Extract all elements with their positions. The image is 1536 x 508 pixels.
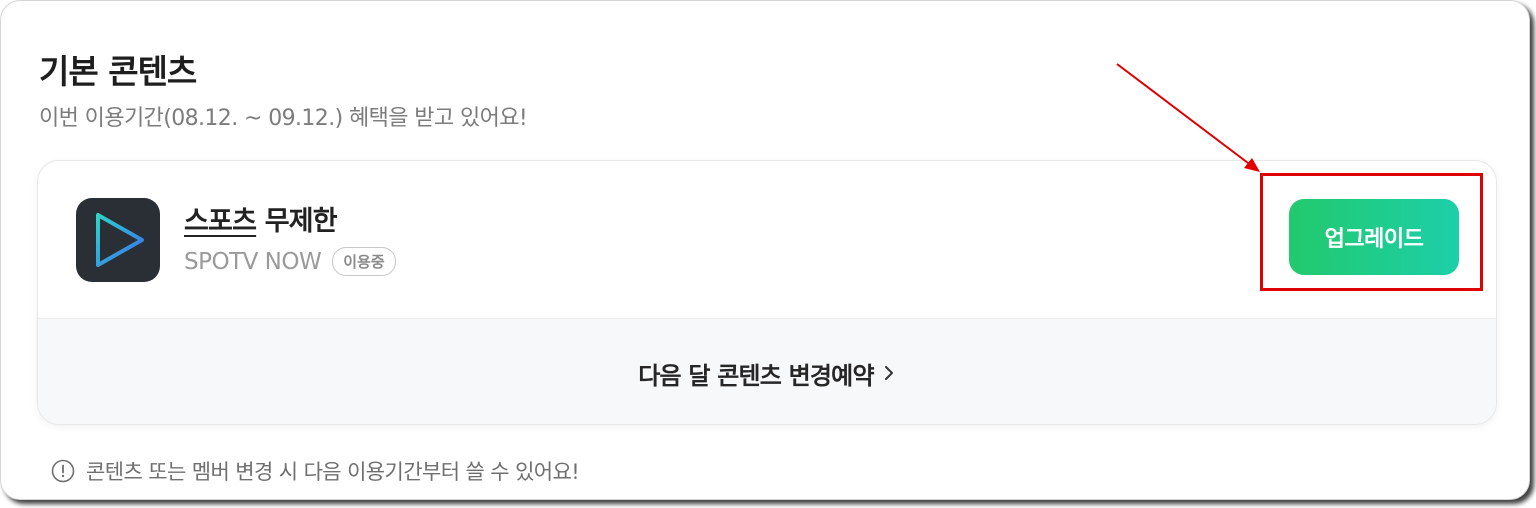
product-name: 스포츠 무제한 xyxy=(184,199,338,238)
content-card: 스포츠 무제한 SPOTV NOW 이용중 업그레이드 다음 달 콘텐츠 변경예… xyxy=(37,160,1497,425)
provider-row: SPOTV NOW 이용중 xyxy=(184,247,396,276)
play-triangle-icon xyxy=(96,213,144,267)
product-name-plan: 무제한 xyxy=(256,206,338,237)
change-reservation-label: 다음 달 콘텐츠 변경예약 xyxy=(638,361,874,390)
status-badge: 이용중 xyxy=(332,247,396,276)
provider-name: SPOTV NOW xyxy=(184,248,322,275)
product-name-category: 스포츠 xyxy=(184,206,257,237)
exclamation-circle-icon xyxy=(51,459,75,483)
section-title: 기본 콘텐츠 xyxy=(39,52,197,91)
upgrade-button[interactable]: 업그레이드 xyxy=(1289,199,1459,275)
change-reservation-link[interactable]: 다음 달 콘텐츠 변경예약 xyxy=(38,318,1496,424)
notice-text: 콘텐츠 또는 멤버 변경 시 다음 이용기간부터 쓸 수 있어요! xyxy=(86,460,580,484)
section-subtitle: 이번 이용기간(08.12. ~ 09.12.) 혜택을 받고 있어요! xyxy=(39,106,528,131)
spotv-app-icon xyxy=(76,198,160,282)
notice: 콘텐츠 또는 멤버 변경 시 다음 이용기간부터 쓸 수 있어요! xyxy=(51,456,580,486)
chevron-right-icon xyxy=(884,366,893,380)
content-panel: 기본 콘텐츠 이번 이용기간(08.12. ~ 09.12.) 혜택을 받고 있… xyxy=(0,0,1530,500)
